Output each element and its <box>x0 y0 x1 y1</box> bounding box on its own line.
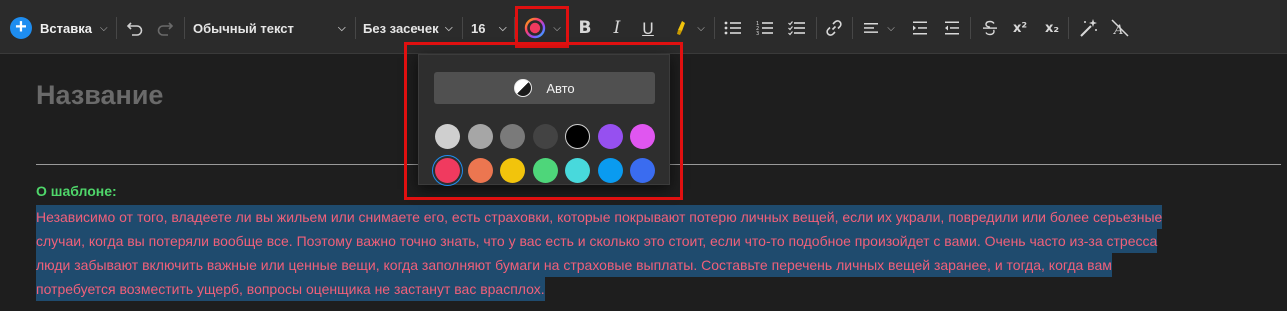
toolbar-divider <box>184 17 185 39</box>
svg-text:3: 3 <box>756 31 759 36</box>
chevron-down-icon: ⌵ <box>697 22 705 34</box>
align-dropdown-arrow[interactable]: ⌵ <box>884 18 898 38</box>
undo-icon <box>126 22 143 36</box>
paragraph-line: люди забывают включить важные или ценные… <box>36 253 1112 277</box>
chevron-down-icon: ⌵ <box>445 22 453 34</box>
checklist-icon <box>788 21 805 36</box>
toolbar-divider <box>1068 17 1069 39</box>
chevron-down-icon: ⌵ <box>887 22 895 34</box>
numbered-list-icon: 1 2 3 <box>756 21 773 36</box>
link-icon <box>826 20 842 36</box>
plus-icon: + <box>10 17 32 39</box>
paragraph-style-value: Обычный текст <box>193 20 294 36</box>
toolbar-divider <box>852 17 853 39</box>
strikethrough-button[interactable] <box>979 17 1001 39</box>
bold-button[interactable]: B <box>576 17 594 39</box>
insert-label: Вставка <box>40 20 92 36</box>
bulleted-list-icon <box>724 21 741 35</box>
font-size-dropdown[interactable]: 16 ⌵ <box>471 18 511 38</box>
highlight-frame-color-popup <box>404 42 683 200</box>
chevron-down-icon: ⌵ <box>499 22 507 34</box>
chevron-down-icon: ⌵ <box>338 22 346 34</box>
highlighter-icon <box>677 21 685 35</box>
bulleted-list-button[interactable] <box>722 17 744 39</box>
toolbar-divider <box>970 17 971 39</box>
paragraph-line: случаи, когда вы потеряли вообще все. По… <box>36 229 1158 253</box>
highlight-dropdown-arrow[interactable]: ⌵ <box>694 18 708 38</box>
font-family-dropdown[interactable]: Без засечек ⌵ <box>363 18 458 38</box>
clear-formatting-button[interactable]: A <box>1108 16 1132 40</box>
document-title[interactable]: Название <box>36 80 163 111</box>
clear-formatting-icon: A <box>1111 19 1129 38</box>
indent-icon <box>913 21 927 35</box>
magic-wand-icon <box>1080 19 1097 37</box>
font-size-value: 16 <box>471 20 486 36</box>
outdent-icon <box>945 21 959 35</box>
outdent-button[interactable] <box>941 17 963 39</box>
chevron-down-icon: ⌵ <box>99 22 108 34</box>
ai-assist-button[interactable] <box>1077 16 1101 40</box>
italic-button[interactable]: I <box>608 17 626 39</box>
redo-button[interactable] <box>154 17 176 39</box>
font-family-value: Без засечек <box>363 20 439 36</box>
toolbar-divider <box>816 17 817 39</box>
toolbar-divider <box>714 17 715 39</box>
strikethrough-icon <box>983 20 997 36</box>
body-paragraph[interactable]: Независимо от того, владеете ли вы жилье… <box>36 205 1246 301</box>
align-button[interactable] <box>861 17 883 39</box>
checklist-button[interactable] <box>786 17 808 39</box>
underline-button[interactable]: U <box>639 17 657 39</box>
paragraph-style-dropdown[interactable]: Обычный текст ⌵ <box>193 18 353 38</box>
undo-button[interactable] <box>124 17 146 39</box>
toolbar-divider <box>355 17 356 39</box>
indent-button[interactable] <box>909 17 931 39</box>
link-button[interactable] <box>823 17 845 39</box>
superscript-button[interactable]: x² <box>1009 17 1031 39</box>
numbered-list-button[interactable]: 1 2 3 <box>754 17 776 39</box>
toolbar-divider <box>116 17 117 39</box>
highlight-color-button[interactable] <box>671 16 691 40</box>
paragraph-line: Независимо от того, владеете ли вы жилье… <box>36 205 1163 229</box>
insert-button[interactable]: + Вставка ⌵ <box>10 16 108 40</box>
redo-icon <box>157 22 174 36</box>
align-left-icon <box>864 23 878 33</box>
template-label: О шаблоне: <box>36 183 117 199</box>
paragraph-line: потребуется возместить ущерб, вопросы оц… <box>36 277 545 301</box>
toolbar-divider <box>462 17 463 39</box>
subscript-button[interactable]: x₂ <box>1041 17 1063 39</box>
